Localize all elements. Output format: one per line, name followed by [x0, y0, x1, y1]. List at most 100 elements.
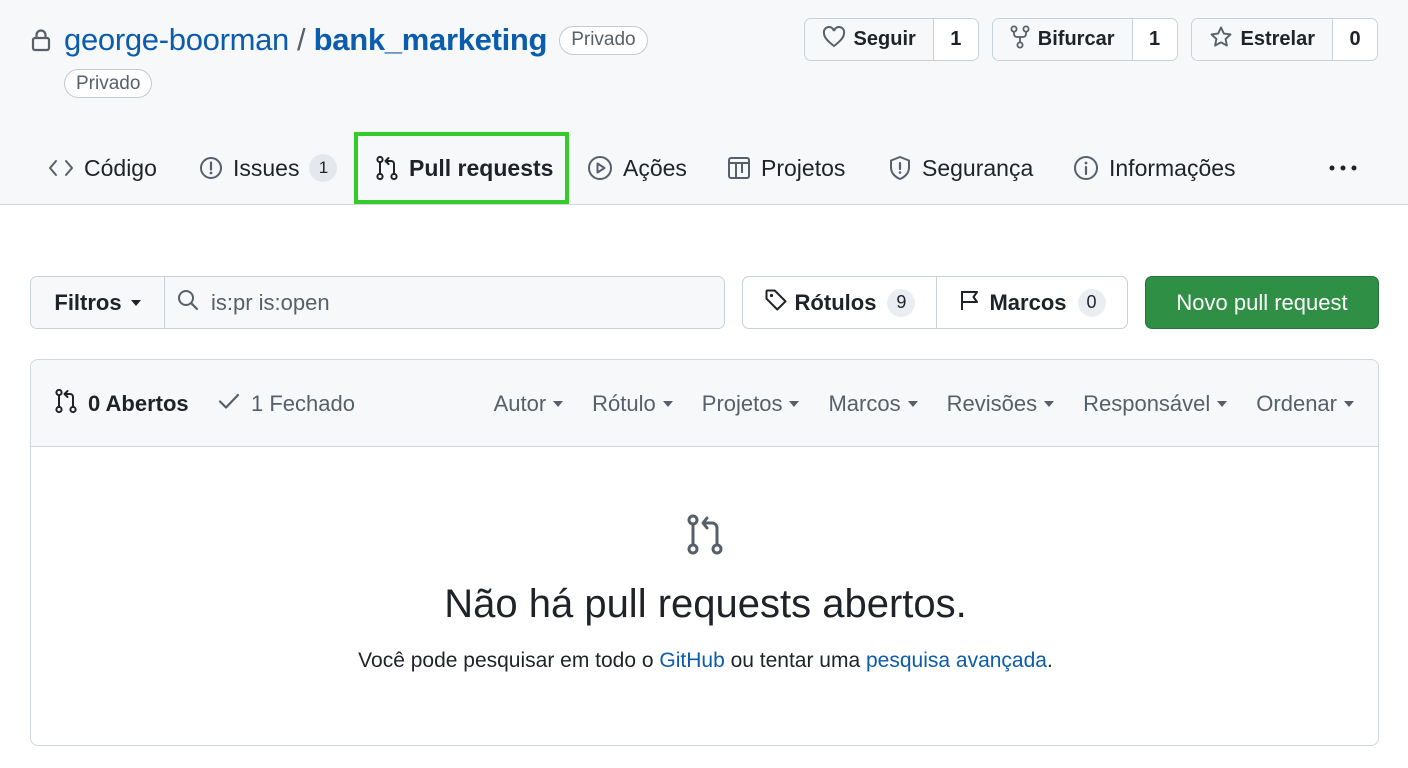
- star-button-group: Estrelar 0: [1190, 18, 1378, 61]
- closed-filter-link[interactable]: 1 Fechado: [217, 360, 355, 447]
- tab-pull-requests[interactable]: Pull requests: [354, 132, 569, 204]
- watch-button[interactable]: Seguir: [804, 19, 934, 60]
- chevron-down-icon: [553, 400, 564, 407]
- check-icon: [217, 391, 241, 417]
- author-dropdown-label: Autor: [493, 390, 547, 416]
- open-count-label: 0 Abertos: [88, 390, 189, 416]
- blankslate: Não há pull requests abertos. Você pode …: [31, 447, 1378, 745]
- visibility-badge-secondary: Privado: [64, 69, 153, 98]
- milestone-flag-icon: [958, 288, 982, 318]
- search-icon: [177, 289, 199, 316]
- assignee-dropdown-label: Responsável: [1083, 390, 1211, 416]
- tab-actions-label: Ações: [623, 154, 687, 181]
- search-box: [165, 277, 724, 328]
- tab-actions[interactable]: Ações: [587, 132, 687, 204]
- tabs-more-button[interactable]: [1328, 132, 1358, 204]
- fork-button[interactable]: Bifurcar: [992, 19, 1133, 60]
- star-count[interactable]: 0: [1333, 19, 1377, 60]
- new-pull-request-button[interactable]: Novo pull request: [1145, 276, 1379, 329]
- info-icon: [1073, 155, 1099, 181]
- repo-tabs: Código Issues 1 Pull requests Ações Proj…: [0, 132, 1408, 204]
- pull-request-list: 0 Abertos 1 Fechado Autor Rótulo Projeto…: [30, 359, 1379, 746]
- milestones-dropdown[interactable]: Marcos: [828, 390, 918, 417]
- repo-title: george-boorman / bank_marketing Privado: [30, 20, 648, 60]
- filters-dropdown[interactable]: Filtros: [31, 277, 165, 328]
- closed-count-label: 1 Fechado: [251, 390, 355, 416]
- milestones-label: Marcos: [989, 289, 1067, 315]
- issue-icon: [199, 156, 223, 180]
- tab-projects[interactable]: Projetos: [727, 132, 845, 204]
- projects-dropdown[interactable]: Projetos: [702, 391, 800, 417]
- repo-actions: Seguir 1 Bifurcar 1 Estrelar 0: [803, 18, 1378, 61]
- table-icon: [727, 156, 751, 180]
- play-icon: [587, 155, 613, 181]
- pull-request-icon: [686, 514, 724, 561]
- shield-icon: [888, 155, 912, 181]
- labels-milestones-group: Rótulos 9 Marcos 0: [742, 276, 1128, 329]
- reviews-dropdown-label: Revisões: [946, 390, 1038, 416]
- open-filter-link[interactable]: 0 Abertos: [54, 360, 189, 447]
- chevron-down-icon: [1044, 400, 1055, 407]
- github-search-link[interactable]: GitHub: [659, 649, 724, 672]
- fork-label: Bifurcar: [1037, 28, 1115, 50]
- assignee-dropdown[interactable]: Responsável: [1083, 390, 1228, 417]
- issues-count-badge: 1: [309, 154, 338, 182]
- tab-pull-requests-label: Pull requests: [409, 154, 554, 181]
- chevron-down-icon: [662, 400, 673, 407]
- pr-toolbar: Filtros Rótulos 9 Marcos 0 Novo pull req…: [30, 276, 1379, 329]
- author-dropdown[interactable]: Autor: [494, 391, 564, 417]
- tab-projects-label: Projetos: [761, 154, 846, 181]
- chevron-down-icon: [1217, 400, 1228, 407]
- tab-security-label: Segurança: [922, 154, 1034, 181]
- blankslate-text-after: .: [1046, 649, 1053, 672]
- label-dropdown-label: Rótulo: [592, 390, 656, 416]
- repo-separator: /: [297, 22, 306, 57]
- star-label: Estrelar: [1240, 28, 1316, 50]
- blankslate-text-before: Você pode pesquisar em todo o: [358, 649, 660, 672]
- chevron-down-icon: [1344, 400, 1354, 407]
- sort-dropdown-label: Ordenar: [1256, 390, 1337, 416]
- heart-icon: [822, 25, 846, 54]
- watch-label: Seguir: [853, 28, 916, 50]
- tag-icon: [764, 288, 788, 318]
- blankslate-title: Não há pull requests abertos.: [444, 582, 967, 626]
- tab-issues-label: Issues: [233, 154, 300, 181]
- filters-label: Filtros: [54, 289, 122, 315]
- tab-issues[interactable]: Issues 1: [199, 132, 338, 204]
- visibility-badge: Privado: [559, 25, 648, 55]
- reviews-dropdown[interactable]: Revisões: [946, 390, 1055, 417]
- fork-icon: [1010, 25, 1030, 55]
- kebab-horizontal-icon: [1328, 159, 1358, 177]
- sort-dropdown[interactable]: Ordenar: [1256, 391, 1354, 417]
- search-input[interactable]: [211, 289, 691, 316]
- repo-header: george-boorman / bank_marketing Privado …: [0, 0, 1408, 205]
- list-header: 0 Abertos 1 Fechado Autor Rótulo Projeto…: [31, 360, 1378, 447]
- tab-insights-label: Informações: [1109, 154, 1236, 181]
- lock-icon: [30, 28, 54, 52]
- chevron-down-icon: [130, 299, 141, 306]
- fork-count[interactable]: 1: [1132, 19, 1177, 60]
- tab-code-label: Código: [84, 154, 157, 181]
- pull-request-icon: [375, 155, 399, 181]
- tab-security[interactable]: Segurança: [888, 132, 1033, 204]
- advanced-search-link[interactable]: pesquisa avançada: [866, 649, 1047, 672]
- blankslate-description: Você pode pesquisar em todo o GitHub ou …: [31, 649, 1378, 673]
- labels-count: 9: [887, 288, 916, 317]
- labels-button[interactable]: Rótulos 9: [743, 277, 937, 328]
- fork-button-group: Bifurcar 1: [991, 18, 1178, 61]
- milestones-dropdown-label: Marcos: [828, 390, 901, 416]
- chevron-down-icon: [789, 400, 800, 407]
- chevron-down-icon: [907, 400, 918, 407]
- pull-request-icon: [54, 388, 78, 420]
- tab-code[interactable]: Código: [48, 132, 157, 204]
- label-dropdown[interactable]: Rótulo: [592, 391, 673, 417]
- tab-insights[interactable]: Informações: [1073, 132, 1236, 204]
- repo-name-link[interactable]: bank_marketing: [314, 22, 548, 58]
- list-filters: Autor Rótulo Projetos Marcos Revisões Re…: [494, 360, 1354, 447]
- blankslate-text-middle: ou tentar uma: [724, 649, 866, 672]
- repo-owner-link[interactable]: george-boorman: [64, 22, 289, 58]
- watch-count[interactable]: 1: [933, 19, 978, 60]
- milestones-button[interactable]: Marcos 0: [937, 277, 1127, 328]
- labels-label: Rótulos: [794, 289, 877, 315]
- star-button[interactable]: Estrelar: [1191, 19, 1333, 60]
